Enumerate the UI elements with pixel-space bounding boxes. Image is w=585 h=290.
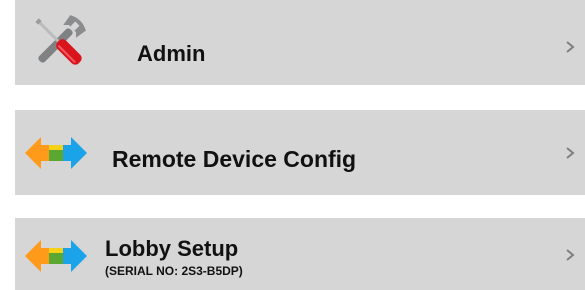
sync-arrows-icon: [25, 238, 87, 274]
menu-list: Admin Remote Device Config Lobby Setup (…: [0, 0, 585, 290]
menu-item-label: Admin: [137, 41, 206, 66]
chevron-right-icon: [563, 146, 577, 160]
tools-icon: [28, 11, 90, 73]
menu-item-admin[interactable]: Admin: [15, 0, 585, 85]
sync-arrows-icon: [25, 135, 87, 171]
menu-item-lobby-setup[interactable]: Lobby Setup (SERIAL NO: 2S3-B5DP): [15, 218, 585, 290]
serial-number-label: (SERIAL NO: 2S3-B5DP): [105, 264, 243, 278]
menu-item-remote-device-config[interactable]: Remote Device Config: [15, 110, 585, 195]
menu-item-label: Remote Device Config: [112, 146, 357, 172]
menu-item-label: Lobby Setup: [105, 236, 239, 261]
chevron-right-icon: [563, 248, 577, 262]
chevron-right-icon: [563, 40, 577, 54]
